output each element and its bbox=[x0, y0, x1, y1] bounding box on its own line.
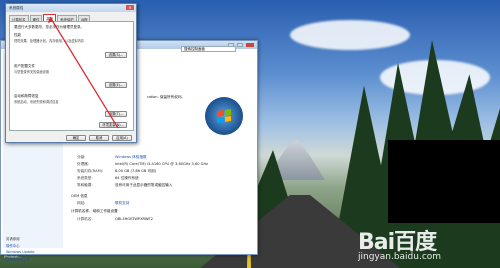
info-key: 笔和触摸: bbox=[77, 183, 93, 187]
section-heading: OEM 信息 bbox=[71, 194, 88, 199]
dialog-close-button[interactable]: ✕ bbox=[126, 5, 134, 10]
info-value: 64 位操作系统 bbox=[115, 176, 139, 180]
profile-settings-button[interactable]: 设置(E)... bbox=[105, 82, 127, 88]
performance-desc: 视觉效果，处理器计划，内存使用，以及虚拟内存 bbox=[14, 39, 85, 43]
info-value: 8.00 GB (7.86 GB 可用) bbox=[115, 169, 157, 173]
sidebar-link[interactable]: 操作中心 bbox=[6, 243, 63, 248]
copyright: ration. 保留所有权利。 bbox=[147, 95, 185, 100]
info-value: Intel(R) Core(TM) i3-4160 CPU @ 3.60GHz … bbox=[115, 162, 209, 166]
info-key: 安装内存(RAM): bbox=[77, 169, 104, 173]
cloud bbox=[290, 20, 410, 50]
info-key: 处理器: bbox=[77, 162, 89, 166]
close-button[interactable] bbox=[246, 43, 254, 47]
sidebar-link[interactable]: 性能信息和工具 bbox=[6, 256, 63, 261]
performance-settings-button[interactable]: 设置(S)... bbox=[105, 52, 127, 58]
info-key: 系统类型: bbox=[77, 176, 93, 180]
copyright-text: ration. 保留所有权利。 bbox=[147, 95, 186, 99]
info-row: 计算机名: QBL3HGKTWPXRWE2 bbox=[77, 217, 153, 222]
info-key: 计算机名: bbox=[77, 217, 93, 221]
search-input[interactable]: 搜索控制面板 bbox=[181, 46, 236, 52]
windows-flag-icon bbox=[217, 109, 231, 123]
info-value[interactable]: Windows 体验指数 bbox=[115, 155, 147, 160]
sidebar-heading: 另请参阅 bbox=[6, 237, 20, 241]
info-row: 网站: 联机支持 bbox=[77, 201, 129, 206]
tab-panel: 要进行大多数更改，您必须作为管理员登录。 性能 视觉效果，处理器计划，内存使用，… bbox=[9, 21, 134, 131]
watermark-sub: jingyan.baidu.com bbox=[358, 252, 442, 262]
info-value: 没有可用于此显示器的笔或触控输入 bbox=[115, 183, 173, 187]
env-vars-button[interactable]: 环境变量(N)... bbox=[99, 122, 127, 128]
info-value: QBL3HGKTWPXRWE2 bbox=[115, 217, 153, 221]
oem-heading: OEM 信息 bbox=[71, 194, 88, 198]
info-row: 笔和触摸: 没有可用于此显示器的笔或触控输入 bbox=[77, 183, 173, 188]
support-link[interactable]: 联机支持 bbox=[115, 201, 129, 206]
sidebar-link[interactable]: Windows Update bbox=[6, 250, 63, 254]
apply-button[interactable]: 应用(A) bbox=[112, 135, 132, 141]
admin-note: 要进行大多数更改，您必须作为管理员登录。 bbox=[14, 25, 84, 29]
startup-settings-button[interactable]: 设置(T)... bbox=[105, 111, 127, 117]
desktop: Bai百度 jingyan.baidu.com Adobe Photosh...… bbox=[0, 0, 500, 268]
profile-desc: 与您登录有关的桌面设置 bbox=[14, 70, 50, 74]
black-region bbox=[388, 140, 500, 223]
maximize-button[interactable] bbox=[237, 43, 243, 47]
system-properties-dialog: 系统属性 ✕ 计算机名 硬件 高级 系统保护 远程 要进行大多数更改，您必须作为… bbox=[5, 3, 137, 143]
info-row: 处理器: Intel(R) Core(TM) i3-4160 CPU @ 3.60… bbox=[77, 162, 208, 167]
watermark: Bai百度 jingyan.baidu.com bbox=[358, 224, 441, 262]
info-row: 分级: Windows 体验指数 bbox=[77, 155, 147, 160]
ok-button[interactable]: 确定 bbox=[66, 135, 86, 141]
info-row: 安装内存(RAM): 8.00 GB (7.86 GB 可用) bbox=[77, 169, 156, 174]
dialog-title: 系统属性 bbox=[6, 4, 136, 12]
cancel-button[interactable]: 取消 bbox=[89, 135, 109, 141]
info-row: 系统类型: 64 位操作系统 bbox=[77, 176, 139, 181]
startup-desc: 系统启动、系统失败和调试信息 bbox=[14, 100, 59, 104]
computer-heading: 计算机名称、域和工作组设置 bbox=[71, 209, 118, 213]
info-key: 分级: bbox=[77, 155, 86, 159]
section-heading: 计算机名称、域和工作组设置 bbox=[71, 209, 118, 214]
info-key: 网站: bbox=[77, 201, 86, 205]
